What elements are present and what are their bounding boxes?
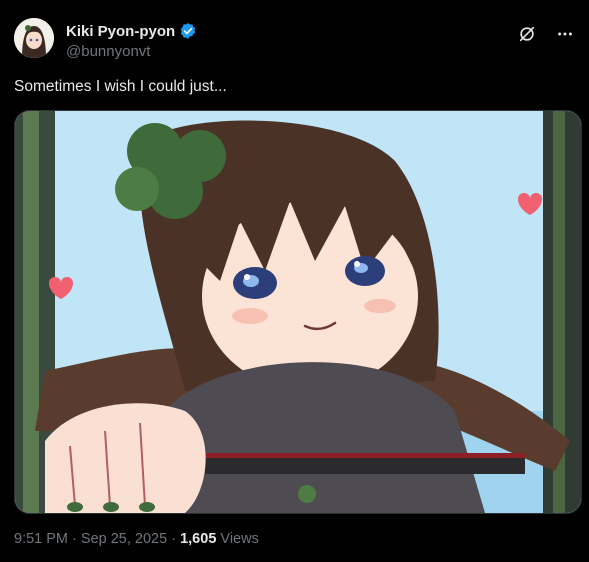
author-display-name[interactable]: Kiki Pyon-pyon [66, 23, 175, 40]
avatar[interactable] [14, 18, 54, 58]
tweet-date[interactable]: Sep 25, 2025 [81, 531, 167, 547]
views-count: 1,605 [180, 531, 217, 547]
meta-separator-2: · [171, 531, 177, 547]
views-label: Views [220, 531, 259, 547]
grok-icon[interactable] [517, 24, 537, 44]
more-icon[interactable] [555, 24, 575, 44]
header-actions [517, 24, 575, 44]
author-display-name-row[interactable]: Kiki Pyon-pyon [66, 22, 197, 40]
illustration-image [15, 111, 581, 513]
author-handle[interactable]: @bunnyonvt [66, 43, 197, 60]
tweet-text: Sometimes I wish I could just... [14, 78, 227, 95]
tweet-header: Kiki Pyon-pyon @bunnyonvt [14, 18, 575, 64]
meta-separator: · [72, 531, 77, 547]
verified-badge-icon[interactable] [179, 22, 197, 40]
tweet-media[interactable] [14, 110, 582, 514]
avatar-image [14, 18, 54, 58]
tweet-meta: 9:51 PM · Sep 25, 2025 · 1,605 Views [14, 531, 259, 547]
author-names: Kiki Pyon-pyon @bunnyonvt [66, 22, 197, 60]
tweet-time[interactable]: 9:51 PM [14, 531, 68, 547]
